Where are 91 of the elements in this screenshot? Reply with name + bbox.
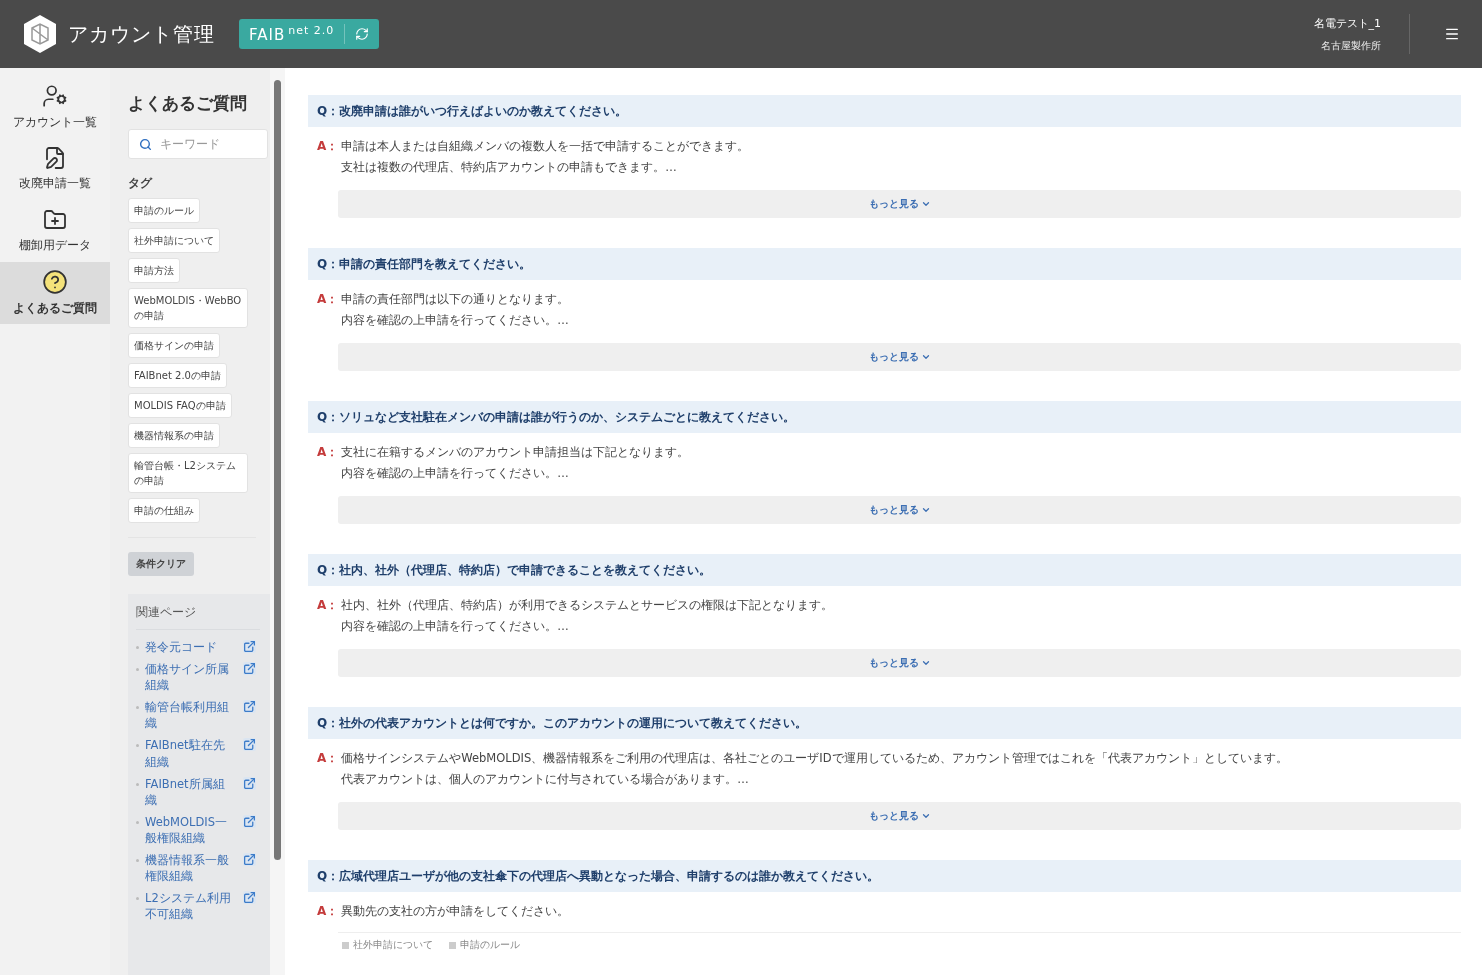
related-link[interactable]: 発令元コード bbox=[145, 639, 231, 656]
related-link[interactable]: 輸管台帳利用組織 bbox=[145, 699, 231, 732]
answer-text: 社内、社外（代理店、特約店）が利用できるシステムとサービスの権限は下記となります。 bbox=[341, 597, 834, 614]
question-heading: Q：広域代理店ユーザが他の支社傘下の代理店へ異動となった場合、申請するのは誰か教えてください。 bbox=[308, 860, 1461, 892]
answer-text: 支社に在籍するメンバのアカウント申請担当は下記となります。 bbox=[341, 444, 690, 461]
answer-marker: A： bbox=[317, 291, 339, 308]
answer-text: 代表アカウントは、個人のアカウントに付与されている場合があります。… bbox=[341, 771, 750, 788]
folder-plus-icon bbox=[43, 208, 67, 232]
chevron-down-icon bbox=[920, 811, 931, 821]
tag-chip[interactable]: 申請方法 bbox=[128, 258, 180, 283]
answer-marker: A： bbox=[317, 597, 339, 614]
show-more-button[interactable]: もっと見る bbox=[338, 802, 1461, 830]
answer-text: 内容を確認の上申請を行ってください。… bbox=[341, 465, 570, 482]
related-heading: 関連ページ bbox=[136, 604, 260, 630]
answer-text: 内容を確認の上申請を行ってください。… bbox=[341, 618, 570, 635]
tag-chip[interactable]: WebMOLDIS・WebBOの申請 bbox=[128, 288, 248, 328]
related-link[interactable]: WebMOLDIS一般権限組織 bbox=[145, 813, 231, 847]
bullet-icon bbox=[136, 646, 139, 649]
answer-text: 内容を確認の上申請を行ってください。… bbox=[341, 312, 570, 329]
app-title: アカウント管理 bbox=[68, 20, 215, 48]
chevron-down-icon bbox=[920, 658, 931, 668]
tag-chip[interactable]: MOLDIS FAQの申請 bbox=[128, 393, 232, 418]
answer-text: 申請の責任部門は以下の通りとなります。 bbox=[341, 291, 570, 308]
menu-icon[interactable] bbox=[1444, 26, 1460, 42]
nav-item[interactable]: 棚卸用データ bbox=[0, 200, 110, 262]
answer-marker: A： bbox=[317, 444, 339, 461]
external-link-icon[interactable] bbox=[243, 891, 256, 905]
question-heading: Q：社外の代表アカウントとは何ですか。このアカウントの運用について教えてください。 bbox=[308, 707, 1461, 739]
bullet-icon bbox=[136, 859, 139, 863]
bullet-icon bbox=[136, 782, 139, 786]
bullet-icon bbox=[136, 820, 139, 824]
scrollbar[interactable] bbox=[270, 68, 285, 975]
document-pen-icon bbox=[43, 146, 67, 170]
related-link[interactable]: FAIBnet所属組織 bbox=[145, 775, 231, 808]
related-link[interactable]: FAIBnet駐在先組織 bbox=[145, 737, 231, 770]
external-link-icon[interactable] bbox=[243, 853, 256, 867]
related-link[interactable]: L2システム利用不可組織 bbox=[145, 890, 231, 923]
show-more-button[interactable]: もっと見る bbox=[338, 190, 1461, 218]
external-link-icon[interactable] bbox=[243, 640, 256, 653]
nav-item[interactable]: 改廃申請一覧 bbox=[0, 138, 110, 200]
tag-chip[interactable]: 申請の仕組み bbox=[128, 498, 200, 523]
question-heading: Q：ソリュなど支社駐在メンバの申請は誰が行うのか、システムごとに教えてください。 bbox=[308, 401, 1461, 433]
chevron-down-icon bbox=[920, 352, 931, 362]
answer-text: 申請は本人または自組織メンバの複数人を一括で申請することができます。 bbox=[341, 138, 750, 155]
show-more-button[interactable]: もっと見る bbox=[338, 496, 1461, 524]
tag-chip[interactable]: 機器情報系の申請 bbox=[128, 423, 220, 448]
answer-tag: 申請のルール bbox=[449, 938, 520, 952]
search-input[interactable]: キーワード bbox=[158, 130, 257, 158]
tag-chip[interactable]: 輸管台帳・L2システムの申請 bbox=[128, 453, 248, 493]
question-heading: Q：申請の責任部門を教えてください。 bbox=[308, 248, 1461, 280]
answer-marker: A： bbox=[317, 750, 339, 767]
bullet-icon bbox=[136, 668, 139, 672]
answer-text: 異動先の支社の方が申請をしてください。 bbox=[341, 903, 570, 920]
user-gear-icon bbox=[42, 83, 68, 109]
search-field[interactable]: キーワード bbox=[128, 129, 268, 159]
tag-chip[interactable]: 申請のルール bbox=[128, 198, 200, 223]
tag-chip[interactable]: FAIBnet 2.0の申請 bbox=[128, 363, 227, 388]
tag-chip[interactable]: 社外申請について bbox=[128, 228, 220, 253]
question-heading: Q：社内、社外（代理店、特約店）で申請できることを教えてください。 bbox=[308, 554, 1461, 586]
question-heading: Q：改廃申請は誰がいつ行えばよいのか教えてください。 bbox=[308, 95, 1461, 127]
bullet-icon bbox=[136, 744, 139, 748]
user-name: 名電テスト_1 bbox=[1313, 15, 1381, 31]
answer-marker: A： bbox=[317, 138, 339, 155]
show-more-button[interactable]: もっと見る bbox=[338, 649, 1461, 677]
external-link-icon[interactable] bbox=[243, 738, 256, 752]
nav-item[interactable]: よくあるご質問 bbox=[0, 262, 110, 324]
sidebar-title: よくあるご質問 bbox=[128, 92, 248, 115]
answer-text: 価格サインシステムやWebMOLDIS、機器情報系をご利用の代理店は、各社ごとのユーザIDで運用しているため、アカウント管理ではこれを「代表アカウント」としています。 bbox=[341, 750, 1288, 767]
related-link[interactable]: 機器情報系一般権限組織 bbox=[145, 852, 231, 885]
bullet-icon bbox=[136, 706, 139, 710]
hexagon-logo-icon bbox=[22, 14, 58, 54]
external-link-icon[interactable] bbox=[243, 700, 256, 714]
show-more-button[interactable]: もっと見る bbox=[338, 343, 1461, 371]
chevron-down-icon bbox=[920, 505, 931, 515]
answer-text: 支社は複数の代理店、特約店アカウントの申請もできます。… bbox=[341, 159, 678, 176]
organization-name: 名古屋製作所 bbox=[1321, 38, 1381, 53]
answer-marker: A： bbox=[317, 903, 339, 920]
external-link-icon[interactable] bbox=[243, 814, 256, 828]
refresh-icon[interactable] bbox=[355, 27, 370, 41]
external-link-icon[interactable] bbox=[243, 662, 256, 676]
nav-item[interactable]: アカウント一覧 bbox=[0, 76, 110, 138]
clear-button[interactable]: 条件クリア bbox=[128, 552, 194, 576]
bullet-icon bbox=[136, 897, 139, 901]
search-icon bbox=[139, 137, 152, 151]
answer-tag: 社外申請について bbox=[342, 938, 433, 952]
external-link-icon[interactable] bbox=[243, 776, 256, 790]
chevron-down-icon bbox=[920, 199, 931, 209]
tags-heading: タグ bbox=[128, 175, 154, 192]
tag-chip[interactable]: 価格サインの申請 bbox=[128, 333, 220, 358]
related-link[interactable]: 価格サイン所属組織 bbox=[145, 661, 231, 694]
help-icon bbox=[42, 269, 68, 295]
